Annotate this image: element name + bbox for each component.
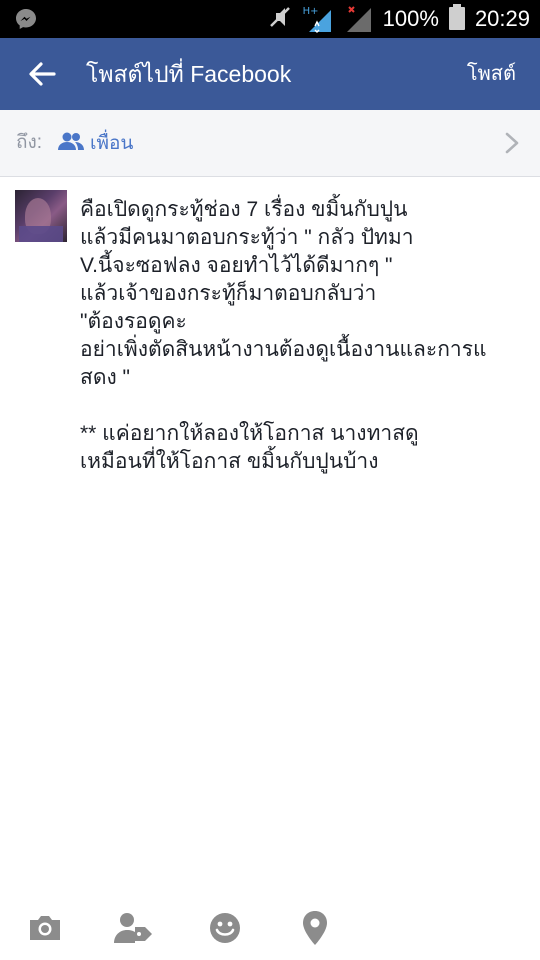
page-title: โพสต์ไปที่ Facebook: [86, 61, 292, 87]
arrow-left-icon: [29, 62, 56, 86]
feeling-button[interactable]: [205, 908, 245, 948]
location-button[interactable]: [295, 908, 335, 948]
audience-row[interactable]: ถึง: เพื่อน: [0, 110, 540, 177]
mute-icon: [267, 4, 293, 34]
location-icon: [303, 911, 327, 945]
audience-selector[interactable]: เพื่อน: [58, 110, 133, 176]
camera-button[interactable]: [25, 908, 65, 948]
battery-icon: [448, 4, 465, 34]
messenger-icon: [14, 7, 38, 31]
signal-hplus-icon: H+: [303, 4, 333, 34]
battery-percent: 100%: [382, 6, 439, 31]
chevron-right-icon[interactable]: [502, 131, 522, 155]
composer-toolbar: [0, 902, 540, 952]
audience-label: เพื่อน: [90, 133, 134, 154]
feeling-icon: [210, 913, 240, 943]
status-bar: H+ 100% 20:29: [0, 0, 540, 38]
camera-icon: [30, 916, 60, 940]
to-label: ถึง:: [16, 132, 43, 153]
post-text-field[interactable]: คือเปิดดูกระทู้ช่อง 7 เรื่อง ขมิ้นกับปูน…: [80, 196, 530, 476]
tag-people-button[interactable]: [113, 908, 153, 948]
friends-icon: [58, 131, 84, 155]
tag-people-icon: [114, 913, 152, 943]
clock: 20:29: [474, 6, 530, 31]
no-signal-icon: [343, 4, 373, 34]
back-button[interactable]: [24, 56, 60, 92]
post-button[interactable]: โพสต์: [467, 38, 516, 110]
app-bar: โพสต์ไปที่ Facebook โพสต์: [0, 38, 540, 110]
avatar: [15, 190, 67, 242]
